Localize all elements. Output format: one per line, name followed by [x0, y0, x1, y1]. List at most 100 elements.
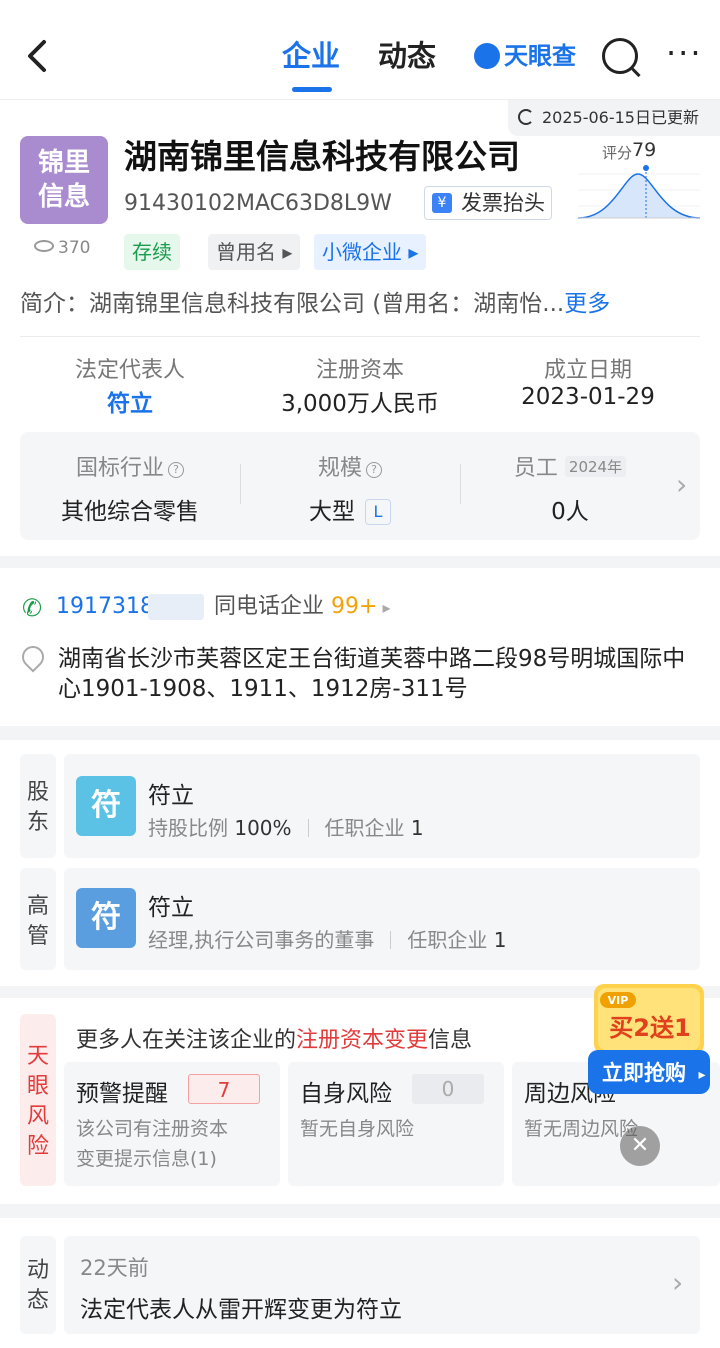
dynamics-time: 22天前 [80, 1256, 149, 1280]
staff-year-badge: 2024年 [564, 456, 627, 477]
chevron-right-icon[interactable]: › [676, 468, 687, 501]
side-char: 风 [26, 1104, 49, 1129]
side-char: 东 [26, 810, 49, 835]
eye-icon [34, 240, 54, 252]
help-icon[interactable]: ? [168, 462, 184, 478]
side-char: 态 [26, 1288, 49, 1313]
reg-capital-value: 3,000万人民币 [281, 391, 439, 417]
invoice-icon: ¥ [432, 193, 452, 213]
positions-value: 1 [493, 928, 507, 952]
positions-value: 1 [410, 816, 424, 840]
risk-notice[interactable]: 更多人在关注该企业的注册资本变更信息 [76, 1022, 472, 1054]
same-phone-label: 同电话企业 [214, 594, 325, 619]
vip-promo-badge[interactable]: VIP 买2送1 立即抢购 ▸ [584, 978, 714, 1098]
reg-capital-label: 注册资本 [315, 358, 404, 383]
scale-label: 规模? [240, 450, 460, 482]
side-char: 眼 [26, 1074, 49, 1099]
shareholder-section-label: 股东 [20, 754, 56, 858]
scale-label-text: 规模 [317, 456, 362, 481]
staff-label-text: 员工 [513, 456, 558, 481]
company-name: 湖南锦里信息科技有限公司 [124, 137, 520, 176]
logo-line-2: 信息 [37, 182, 90, 212]
self-risk-desc: 暂无自身风险 [300, 1118, 415, 1140]
shareholder-name[interactable]: 符立 [148, 776, 194, 810]
view-count-value: 370 [58, 238, 91, 258]
legal-rep-label: 法定代表人 [74, 358, 185, 383]
phone-icon[interactable]: ✆ [22, 594, 42, 622]
intro-more-link[interactable]: 更多 [564, 291, 610, 317]
executive-name[interactable]: 符立 [148, 888, 194, 922]
more-icon[interactable]: ··· [666, 37, 703, 69]
caret-right-icon: ▸ [377, 598, 391, 617]
positions-label: 任职企业 [324, 816, 405, 840]
company-logo: 锦里 信息 [20, 136, 108, 224]
brand-logo: 天眼查 [474, 38, 576, 74]
search-icon[interactable] [602, 38, 638, 74]
company-address[interactable]: 湖南省长沙市芙蓉区定王台街道芙蓉中路二段98号明城国际中心1901-1908、1… [58, 644, 698, 704]
phone-masked-part [148, 594, 204, 620]
desc-line: 该公司有注册资本 [76, 1118, 229, 1140]
scale-value-text: 大型 [309, 499, 355, 525]
update-status[interactable]: 2025-06-15日已更新 [508, 100, 720, 136]
executive-role: 经理,执行公司事务的董事 [148, 928, 375, 952]
tab-company[interactable]: 企业 [282, 36, 340, 76]
positions-label: 任职企业 [407, 928, 488, 952]
promo-offer-text: 买2送1 [609, 1014, 690, 1042]
side-char: 天 [26, 1044, 49, 1069]
small-micro-tag[interactable]: 小微企业 ▸ [314, 234, 427, 270]
side-char: 高 [26, 894, 49, 919]
score-value: 79 [632, 139, 657, 161]
side-char: 险 [26, 1134, 49, 1159]
credit-code[interactable]: 91430102MAC63D8L9W [124, 188, 392, 220]
chevron-left-icon [28, 40, 46, 72]
phone-number[interactable]: 1917318 [56, 590, 154, 624]
same-phone-count: 99+ [331, 594, 378, 619]
same-phone-companies[interactable]: 同电话企业 99+ ▸ [214, 590, 391, 625]
shareholder-detail: 持股比例 100% 任职企业 1 [148, 812, 424, 841]
promo-vip-text: VIP [608, 994, 629, 1007]
industry-value: 其他综合零售 [61, 499, 199, 525]
industry-label: 国标行业? [20, 450, 240, 482]
avatar: 符 [76, 888, 136, 948]
notice-text: 信息 [428, 1028, 473, 1053]
executive-section-label: 高管 [20, 868, 56, 970]
warning-desc: 该公司有注册资本 变更提示信息(1) [76, 1114, 228, 1174]
avatar: 符 [76, 776, 136, 836]
dynamics-text: 法定代表人从雷开辉变更为符立 [80, 1297, 402, 1323]
scale-value: 大型 L [240, 492, 460, 526]
view-count: 370 [34, 238, 90, 258]
executive-detail: 经理,执行公司事务的董事 任职企业 1 [148, 924, 506, 953]
founded-date-value: 2023-01-29 [521, 384, 655, 410]
legal-rep-value[interactable]: 符立 [20, 384, 240, 418]
industry-label-text: 国标行业 [75, 456, 164, 481]
refresh-icon [518, 109, 534, 125]
intro-label: 简介： [20, 291, 89, 317]
update-date: 2025-06-15日已更新 [542, 108, 699, 127]
risk-section-label: 天眼风险 [20, 1014, 56, 1186]
staff-label: 员工 2024年 [460, 450, 680, 482]
dynamics-section-label: 动态 [20, 1236, 56, 1334]
score-distribution-chart[interactable] [574, 160, 704, 228]
promo-cta-text: 立即抢购 [602, 1061, 686, 1085]
staff-value: 0人 [551, 499, 589, 525]
self-risk-count: 0 [412, 1074, 484, 1104]
tab-dynamics[interactable]: 动态 [378, 36, 436, 76]
tianyancha-logo-icon [474, 43, 500, 69]
divider [20, 336, 700, 337]
back-button[interactable] [22, 34, 58, 78]
close-icon[interactable]: ✕ [620, 1126, 660, 1166]
scale-badge: L [365, 499, 391, 525]
ratio-label: 持股比例 [148, 816, 228, 840]
ratio-value: 100% [234, 816, 292, 840]
chevron-right-icon[interactable]: › [672, 1266, 683, 1299]
promo-arrow-icon: ▸ [698, 1067, 705, 1083]
former-name-tag[interactable]: 曾用名 ▸ [208, 234, 301, 270]
notice-highlight: 注册资本变更 [296, 1028, 429, 1053]
founded-date-label: 成立日期 [543, 358, 632, 383]
company-intro: 简介：湖南锦里信息科技有限公司 (曾用名：湖南怡...更多 [20, 284, 610, 324]
side-char: 动 [26, 1258, 49, 1283]
warning-count: 7 [188, 1074, 260, 1104]
help-icon[interactable]: ? [366, 462, 382, 478]
notice-text: 更多人在关注该企业的 [76, 1028, 297, 1053]
warning-title: 预警提醒 [76, 1081, 168, 1107]
